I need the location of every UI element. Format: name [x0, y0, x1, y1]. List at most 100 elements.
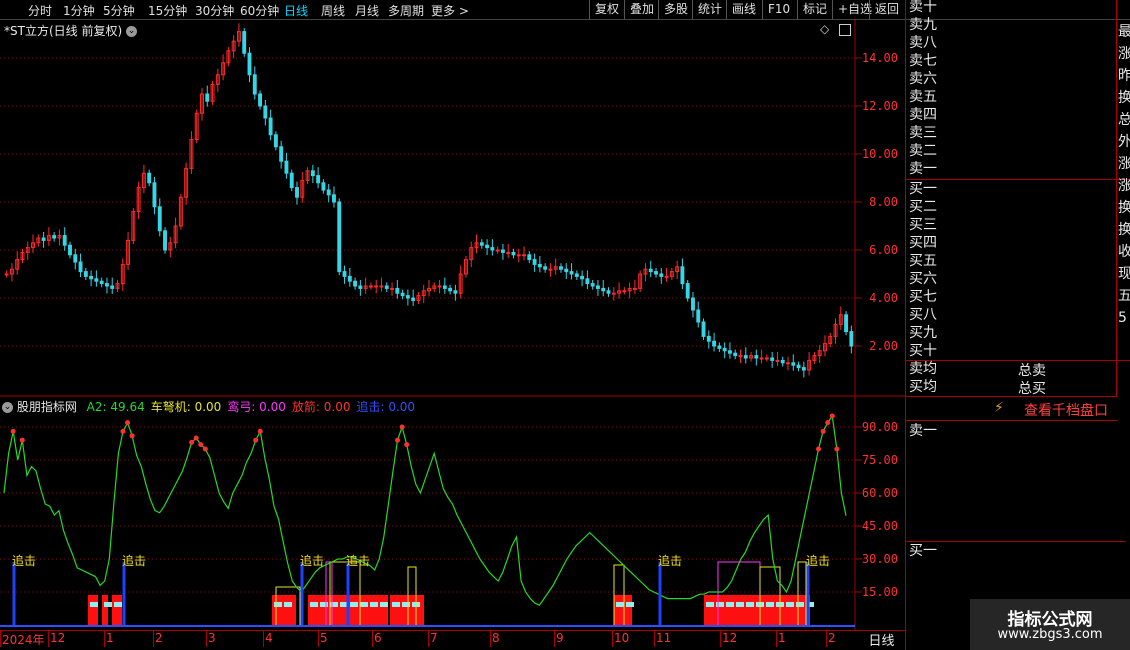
candle — [94, 278, 99, 282]
candle — [606, 290, 611, 294]
title-dropdown-icon[interactable]: ⌄ — [125, 26, 137, 37]
indicator-tick-label: 75.00 — [862, 453, 898, 467]
period-button[interactable]: 日线 — [858, 630, 905, 649]
candle — [611, 292, 616, 295]
candle — [654, 271, 658, 275]
toolbar-button[interactable]: 多股 — [658, 0, 693, 19]
peak-dot — [834, 446, 840, 452]
toolbar-button[interactable]: 复权 — [589, 0, 624, 19]
depth-link[interactable]: 查看千档盘口 — [1024, 400, 1108, 420]
avg-sell-label: 卖均 — [909, 361, 937, 377]
peak-dot — [129, 433, 135, 439]
peak-dot — [829, 413, 835, 419]
candle — [358, 285, 363, 289]
candle — [548, 268, 553, 271]
date-tick — [48, 630, 49, 647]
buy-level-label: 买十 — [909, 343, 937, 359]
sell-level-label: 卖六 — [909, 71, 937, 87]
arrow-glyph — [104, 602, 112, 607]
period-tab[interactable]: 1分钟 — [63, 2, 95, 19]
pursuit-label: 追击 — [122, 553, 146, 568]
period-tab[interactable]: 分时 — [28, 2, 52, 19]
candle — [743, 355, 748, 359]
arrow-glyph — [726, 602, 734, 607]
candle — [442, 285, 447, 289]
period-tab[interactable]: 30分钟 — [195, 2, 234, 19]
period-tab[interactable]: 5分钟 — [103, 2, 135, 19]
period-tab[interactable]: 多周期 — [388, 2, 424, 19]
candle — [511, 251, 516, 256]
period-tab[interactable]: 更多 > — [431, 2, 469, 19]
arrow-glyph — [274, 602, 282, 607]
candle — [733, 352, 738, 357]
candle — [83, 271, 88, 277]
candle — [252, 74, 257, 95]
toolbar-button[interactable]: F10 — [762, 0, 795, 19]
toolbar-button[interactable]: 叠加 — [624, 0, 659, 19]
indicator-value: 车弩机: 0.00 — [150, 400, 222, 414]
candle — [326, 189, 331, 196]
candle — [485, 244, 490, 249]
candle — [395, 287, 400, 294]
candle — [379, 285, 384, 288]
toolbar-button[interactable]: 统计 — [692, 0, 727, 19]
toolbar-button[interactable]: 画线 — [726, 0, 761, 19]
toolbar-button[interactable]: 返回 — [869, 0, 904, 19]
sell-one-label: 卖一 — [909, 423, 937, 439]
candle — [516, 254, 521, 257]
divider — [906, 420, 1118, 421]
candle — [500, 249, 505, 253]
period-tab[interactable]: 15分钟 — [148, 2, 187, 19]
candle — [780, 359, 785, 364]
candle — [62, 235, 67, 246]
peak-dot — [193, 435, 199, 441]
candle — [205, 93, 210, 102]
period-tab[interactable]: 日线 — [284, 2, 308, 19]
candle — [263, 105, 268, 119]
candle — [522, 254, 526, 257]
date-axis: 2024年 12 1 2 3 4 5 6 7 8 9 10 11 12 1 2 — [0, 630, 905, 647]
candle — [506, 251, 511, 254]
candle — [691, 297, 695, 311]
arrow-glyph — [766, 602, 774, 607]
buy-level-label: 买六 — [909, 271, 937, 287]
side-info-char: 五 — [1118, 288, 1130, 304]
date-label: 2024年 — [2, 633, 45, 647]
indicator-title: ⌄ 股朋指标网 A2: 49.64 车弩机: 0.00 鸾弓: 0.00 放箭: 0.… — [2, 398, 415, 415]
candle — [601, 287, 606, 292]
peak-dot — [816, 446, 822, 452]
sell-level-label: 卖三 — [909, 125, 937, 141]
indicator-value: 鸾弓: 0.00 — [227, 400, 286, 414]
side-info-char: 换 — [1118, 200, 1130, 216]
period-tab[interactable]: 月线 — [355, 2, 379, 19]
main-chart-top-icons: ◇ — [820, 22, 852, 36]
candle — [321, 182, 326, 191]
arrow-glyph — [370, 602, 378, 607]
period-tab[interactable]: 周线 — [321, 2, 345, 19]
peak-dot — [10, 428, 16, 434]
diamond-icon[interactable]: ◇ — [820, 22, 829, 36]
candle — [374, 285, 379, 288]
indicator-menu-icon[interactable]: ⌄ — [2, 402, 13, 413]
toolbar-button[interactable]: 标记 — [797, 0, 832, 19]
indicator-tick-label: 15.00 — [862, 585, 898, 599]
pursuit-label: 追击 — [346, 553, 370, 568]
candle — [722, 347, 727, 352]
indicator-chart[interactable]: 90.00 75.00 60.00 45.00 30.00 15.00 追击 追击 追击 追击 追击… — [0, 397, 905, 630]
arrow-glyph — [380, 602, 388, 607]
arrow-glyph — [616, 602, 624, 607]
candle — [390, 287, 394, 290]
date-label: 10 — [614, 631, 630, 645]
panel-toggle-icon[interactable] — [839, 23, 852, 36]
arrow-glyph — [736, 602, 744, 607]
sell-level-label: 卖九 — [909, 17, 937, 33]
candle — [727, 350, 732, 354]
pursuit-bar — [658, 562, 662, 625]
candle — [796, 364, 801, 369]
arrow-glyph — [716, 602, 724, 607]
period-tab[interactable]: 60分钟 — [240, 2, 279, 19]
indicator-tick-label: 60.00 — [862, 486, 898, 500]
date-tick — [428, 630, 429, 647]
price-chart[interactable]: 14.00 12.00 10.00 8.00 6.00 4.00 2.00 — [0, 20, 905, 397]
sell-level-label: 卖十 — [909, 0, 937, 15]
